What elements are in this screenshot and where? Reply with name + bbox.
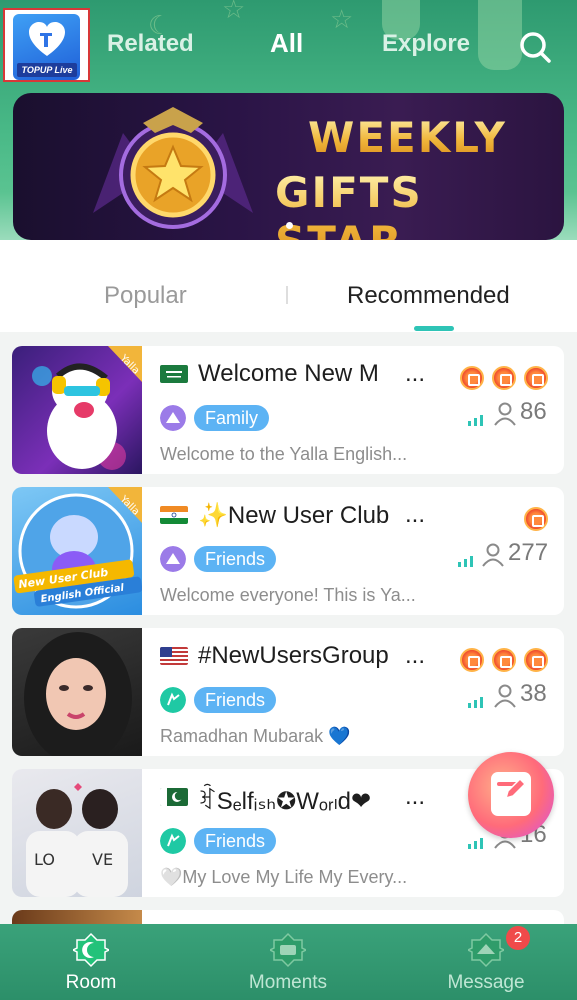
room-thumbnail [12,628,142,756]
room-description: 🤍My Love My Life My Every... [160,867,408,887]
moments-icon [270,932,306,968]
app-logo-text: TOPUP Live [17,63,77,77]
app-logo[interactable]: TOPUP Live [3,8,90,82]
tab-explore[interactable]: Explore [382,30,470,58]
signal-icon [468,415,483,426]
medal-icon [460,648,484,672]
room-title: ꀓSₑlfᵢₛₕ✪Wₒᵣₗd❤ [198,788,372,815]
person-icon [494,402,516,426]
room-icon [73,932,109,968]
member-count: 86 [520,398,547,425]
tab-popular[interactable]: Popular [104,282,187,310]
person-icon [482,543,504,567]
nav-message-label: Message [447,972,525,993]
room-card[interactable]: Yalla New User Club English Official ✨Ne… [12,487,564,615]
svg-text:VE: VE [92,850,113,869]
room-medals [524,507,548,531]
title-ellipsis: ... [405,642,426,669]
room-thumbnail [12,910,142,924]
room-description: Ramadhan Mubarak 💙 [160,726,351,746]
saudi-flag-icon [160,365,188,383]
tab-divider [286,286,288,304]
app-logo-tile: TOPUP Live [13,14,80,80]
medal-icon [524,648,548,672]
active-tab-indicator [414,326,454,331]
room-thumbnail: Yalla New User Club English Official [12,487,142,615]
nav-message[interactable]: 2 Message [426,924,546,1000]
sub-tab-bar: Popular Recommended [0,240,577,332]
user-photo-icon [24,632,132,756]
banner-page-indicator [286,222,293,229]
star-medal-icon [93,107,253,229]
person-icon [494,684,516,708]
tab-all[interactable]: All [270,28,303,59]
unicorn-avatar-icon: Yalla [32,346,142,470]
medal-icon [492,366,516,390]
room-type-badge: Family [194,405,269,431]
nav-moments-label: Moments [248,972,328,993]
medal-icon [460,366,484,390]
title-ellipsis: ... [405,783,426,810]
room-thumbnail: Yalla [12,346,142,474]
friends-icon [160,687,186,713]
message-icon [468,932,504,968]
member-count: 38 [520,680,547,707]
member-count: 277 [508,539,549,566]
room-thumbnail: LO VE [12,769,142,897]
room-card[interactable]: Yalla Welcome New M ... Family 86 Welcom… [12,346,564,474]
svg-text:LO: LO [34,850,55,869]
friends-icon [160,828,186,854]
room-type-badge: Friends [194,828,277,854]
signal-icon [468,838,483,849]
india-flag-icon [160,506,188,524]
pencil-icon [504,777,527,800]
bottom-nav: Room Moments 2 Message [0,924,577,1000]
star-decoration-icon: ☆ [222,0,246,24]
star-decoration-icon: ☆ [330,4,354,34]
nav-moments[interactable]: Moments [228,924,348,1000]
signal-icon [468,697,483,708]
medal-icon [524,507,548,531]
message-badge: 2 [506,926,530,950]
nav-room[interactable]: Room [31,924,151,1000]
medal-icon [492,648,516,672]
signal-icon [458,556,473,567]
room-description: Welcome everyone! This is Ya... [160,585,416,605]
medal-icon [524,366,548,390]
room-medals [460,366,548,390]
mascot-avatar-icon: Yalla New User Club English Official [13,487,142,609]
tab-related[interactable]: Related [107,30,194,58]
room-title: Welcome New M [198,360,379,387]
create-post-button[interactable] [468,752,554,838]
couple-photo-icon: LO VE [26,783,128,897]
room-type-badge: Friends [194,687,277,713]
banner-title-line1: WEEKLY [308,113,507,162]
room-list: Yalla Welcome New M ... Family 86 Welcom… [0,332,577,924]
friends-icon [160,546,186,572]
title-ellipsis: ... [405,360,426,387]
banner-title-line2: GIFTS STAR [275,168,564,240]
tab-recommended[interactable]: Recommended [347,282,510,310]
room-description: Welcome to the Yalla English... [160,444,408,464]
room-title: #NewUsersGroup [198,642,389,669]
heart-logo-icon [29,22,65,56]
room-medals [460,648,548,672]
room-type-badge: Friends [194,546,277,572]
family-icon [160,405,186,431]
search-icon[interactable] [518,30,552,64]
title-ellipsis: ... [405,501,426,528]
room-title: ✨New User Club [198,502,390,529]
weekly-gifts-banner[interactable]: WEEKLY GIFTS STAR [13,93,564,240]
nav-room-label: Room [65,972,117,993]
room-card[interactable]: #NewUsersGroup ... Friends 38 Ramadhan M… [12,628,564,756]
lantern-decoration-icon [478,0,522,70]
usa-flag-icon [160,647,188,665]
room-card[interactable] [12,910,564,924]
pakistan-flag-icon [160,788,188,806]
